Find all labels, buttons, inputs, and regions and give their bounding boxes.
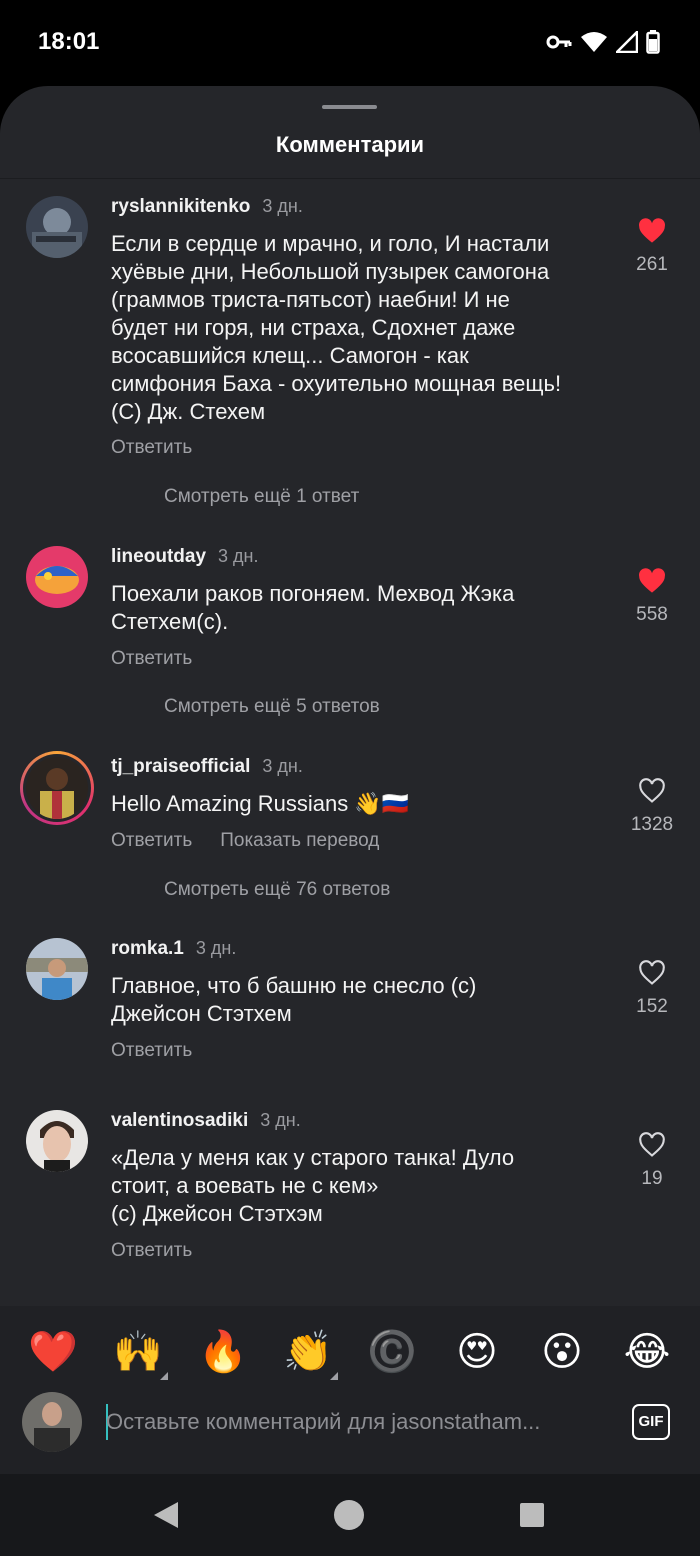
vpn-key-icon [546,35,572,49]
home-icon[interactable] [333,1499,365,1531]
emoji-joy-button[interactable]: 😂 [619,1324,675,1380]
wifi-icon [581,32,607,52]
emoji-copyright-button[interactable]: ©️ [364,1324,420,1380]
like-count: 152 [636,996,668,1017]
emoji-heart-eyes-button[interactable]: 😍 [449,1324,505,1380]
back-icon[interactable] [152,1500,180,1530]
comment-input[interactable] [106,1402,606,1442]
emoji-raised-hands-button[interactable]: 🙌 [110,1324,168,1380]
like-count: 558 [636,604,668,625]
avatar[interactable] [26,546,88,608]
comment-username[interactable]: romka.1 [111,938,184,960]
comment-text: Поехали раков погоняем. Мехвод Жэка Стет… [111,581,515,634]
like-count: 1328 [630,814,674,835]
comment-text: Главное, что б башню не снесло (с) Джейс… [111,973,477,1026]
comment-age: 3 дн. [262,196,303,216]
comment-username[interactable]: valentinosadiki [111,1110,248,1132]
emoji-heart-button[interactable]: ❤️ [25,1324,81,1380]
skin-tone-indicator [330,1372,338,1380]
view-replies-button[interactable]: Смотреть ещё 1 ответ [164,486,359,508]
navigation-bar [0,1474,700,1556]
show-translation-button[interactable]: Показать перевод [220,830,379,852]
heart-outline-icon [639,1132,665,1157]
reply-button[interactable]: Ответить [111,1240,192,1262]
skin-tone-indicator [160,1372,168,1380]
status-time: 18:01 [38,28,100,55]
battery-icon [646,30,660,54]
comment-username[interactable]: tj_praiseofficial [111,756,250,778]
view-replies-button[interactable]: Смотреть ещё 76 ответов [164,879,390,901]
like-button[interactable]: 19 [620,1132,684,1190]
comment-username[interactable]: ryslannikitenko [111,196,250,218]
heart-outline-icon [639,778,665,803]
emoji-fire-button[interactable]: 🔥 [195,1324,251,1380]
like-button[interactable]: 558 [620,568,684,626]
comments-sheet: Комментарии ryslannikitenko 3 дн. Если в… [0,86,700,1474]
reply-button[interactable]: Ответить [111,648,192,670]
emoji-clap-button[interactable]: 👏 [280,1324,338,1380]
comment-composer: GIF [0,1392,700,1456]
comment-age: 3 дн. [218,546,259,566]
sheet-title: Комментарии [275,132,425,157]
gif-button[interactable]: GIF [632,1404,670,1440]
avatar[interactable] [26,1110,88,1172]
avatar [26,757,88,819]
drag-handle[interactable] [322,105,377,109]
status-bar: 18:01 [0,0,700,86]
avatar-story-ring[interactable] [20,751,94,825]
reply-button[interactable]: Ответить [111,437,192,459]
comment-text: Если в сердце и мрачно, и голо, И настал… [111,231,562,424]
like-button[interactable]: 1328 [620,778,684,836]
status-icons [546,30,660,54]
like-button[interactable]: 261 [620,218,684,276]
emoji-surprised-button[interactable]: 😮 [534,1324,590,1380]
header-divider [0,178,700,179]
recents-icon[interactable] [519,1502,545,1528]
reply-button[interactable]: Ответить [111,830,192,852]
current-user-avatar [22,1392,82,1452]
composer-area: ❤️ 🙌 🔥 👏 ©️ 😍 😮 😂 GIF [0,1306,700,1474]
comment-text: «Дела у меня как у старого танка! Дуло с… [111,1145,515,1226]
comment-age: 3 дн. [195,938,237,958]
reply-button[interactable]: Ответить [111,1040,192,1062]
comment-username[interactable]: lineoutday [111,546,206,568]
like-button[interactable]: 152 [620,960,684,1018]
heart-filled-icon [639,218,665,243]
quick-emoji-bar: ❤️ 🙌 🔥 👏 ©️ 😍 😮 😂 [0,1324,700,1384]
comment-text: Hello Amazing Russians 👋🇷🇺 [111,791,410,816]
like-count: 261 [636,254,668,275]
like-count: 19 [641,1168,663,1189]
signal-icon [616,31,638,53]
view-replies-button[interactable]: Смотреть ещё 5 ответов [164,696,380,718]
avatar[interactable] [26,196,88,258]
heart-filled-icon [639,568,665,593]
avatar[interactable] [26,938,88,1000]
comment-age: 3 дн. [262,756,303,776]
heart-outline-icon [639,960,665,985]
comment-age: 3 дн. [260,1110,301,1130]
